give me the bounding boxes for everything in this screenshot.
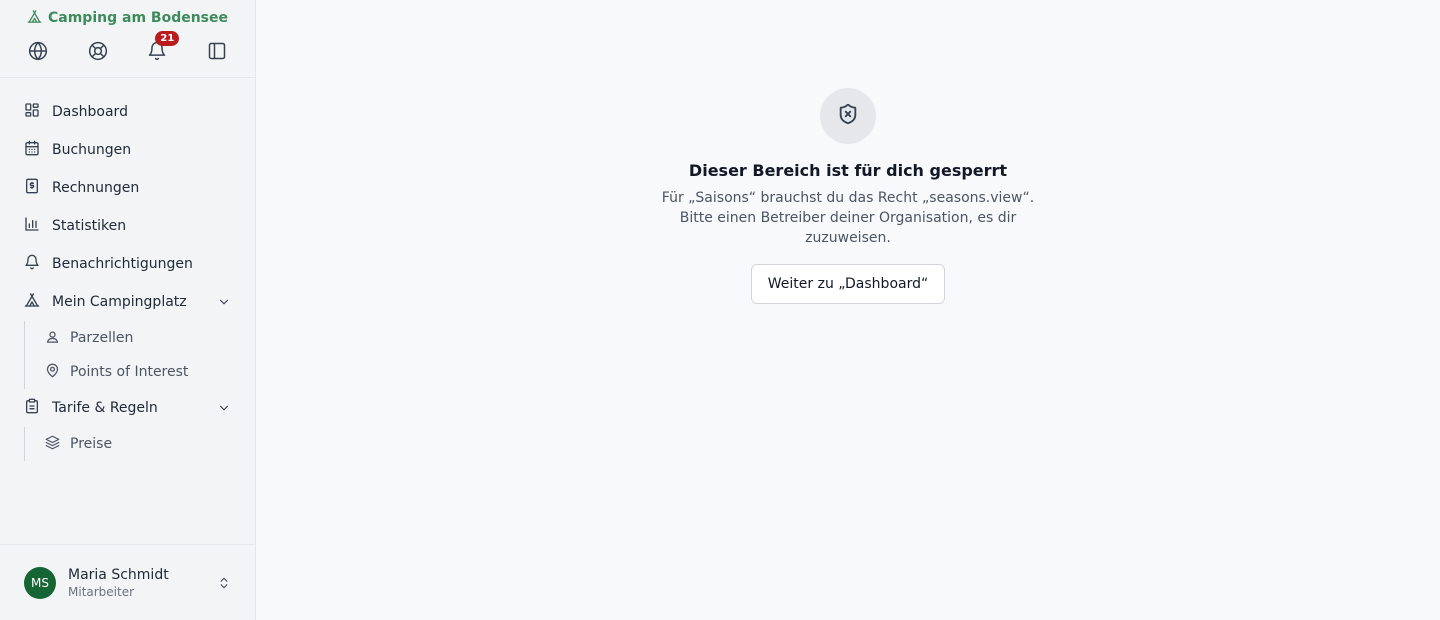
bell-icon xyxy=(24,254,52,274)
sidebar-group-label: Mein Campingplatz xyxy=(52,294,187,310)
sidebar-item-label: Benachrichtigungen xyxy=(52,256,193,272)
brand[interactable]: Camping am Bodensee xyxy=(0,0,255,34)
tent-icon xyxy=(24,292,52,312)
shield-x-icon xyxy=(837,103,859,129)
go-to-dashboard-button[interactable]: Weiter zu „Dashboard“ xyxy=(750,264,946,304)
sidebar-toolbar: 21 xyxy=(0,30,255,78)
tent-logo-icon xyxy=(27,9,42,28)
access-denied-badge xyxy=(820,88,876,144)
toggle-sidebar-button[interactable] xyxy=(201,37,233,69)
chevron-down-icon xyxy=(217,401,231,415)
sidebar-item-rechnungen[interactable]: Rechnungen xyxy=(0,169,255,207)
sidebar-item-label: Statistiken xyxy=(52,218,127,234)
sidebar-item-label: Buchungen xyxy=(52,142,132,158)
sidebar-item-label: Rechnungen xyxy=(52,180,140,196)
map-pin-icon xyxy=(45,363,70,382)
panel-left-icon xyxy=(207,41,227,65)
sidebar-item-label: Preise xyxy=(70,436,113,452)
sidebar-submenu-mein-campingplatz: Parzellen Points of Interest xyxy=(24,321,255,389)
main-content: Dieser Bereich ist für dich gesperrt Für… xyxy=(256,0,1440,620)
sidebar-nav: Dashboard Buchungen Rechnungen Statistik… xyxy=(0,78,255,544)
user-menu[interactable]: MS Maria Schmidt Mitarbeiter xyxy=(0,544,255,620)
access-denied-message: Für „Saisons“ brauchst du das Recht „sea… xyxy=(661,190,1035,246)
bar-chart-icon xyxy=(24,216,52,236)
sidebar-group-label: Tarife & Regeln xyxy=(52,400,158,416)
sidebar: Camping am Bodensee 21 Dashboard Buchung… xyxy=(0,0,256,620)
sidebar-item-buchungen[interactable]: Buchungen xyxy=(0,131,255,169)
life-buoy-icon xyxy=(88,41,108,65)
clipboard-icon xyxy=(24,398,52,418)
sidebar-item-label: Points of Interest xyxy=(70,364,189,380)
sidebar-group-tarife-regeln[interactable]: Tarife & Regeln xyxy=(0,389,255,427)
layers-icon xyxy=(45,435,70,454)
sidebar-group-mein-campingplatz[interactable]: Mein Campingplatz xyxy=(0,283,255,321)
sidebar-item-benachrichtigungen[interactable]: Benachrichtigungen xyxy=(0,245,255,283)
language-button[interactable] xyxy=(22,37,54,69)
sidebar-item-parzellen[interactable]: Parzellen xyxy=(45,321,255,355)
notifications-badge: 21 xyxy=(155,30,180,46)
sidebar-item-label: Dashboard xyxy=(52,104,128,120)
chevron-down-icon xyxy=(217,295,231,309)
dashboard-icon xyxy=(24,102,52,122)
pitch-icon xyxy=(45,329,70,348)
sidebar-item-preise[interactable]: Preise xyxy=(45,427,255,461)
page-title: Dieser Bereich ist für dich gesperrt xyxy=(688,161,1008,180)
avatar: MS xyxy=(24,566,56,599)
globe-icon xyxy=(28,41,48,65)
sidebar-item-points-of-interest[interactable]: Points of Interest xyxy=(45,355,255,389)
sidebar-submenu-tarife-regeln: Preise xyxy=(24,427,255,461)
brand-name: Camping am Bodensee xyxy=(48,10,228,26)
user-role: Mitarbeiter xyxy=(68,584,135,599)
calendar-icon xyxy=(24,140,52,160)
sidebar-item-label: Parzellen xyxy=(70,330,134,346)
user-info: Maria Schmidt Mitarbeiter xyxy=(68,567,169,599)
receipt-icon xyxy=(24,178,52,198)
help-button[interactable] xyxy=(82,37,114,69)
notifications-button[interactable]: 21 xyxy=(141,30,180,69)
sidebar-item-dashboard[interactable]: Dashboard xyxy=(0,93,255,131)
chevrons-up-down-icon xyxy=(217,576,231,590)
sidebar-item-statistiken[interactable]: Statistiken xyxy=(0,207,255,245)
user-name: Maria Schmidt xyxy=(68,566,169,583)
